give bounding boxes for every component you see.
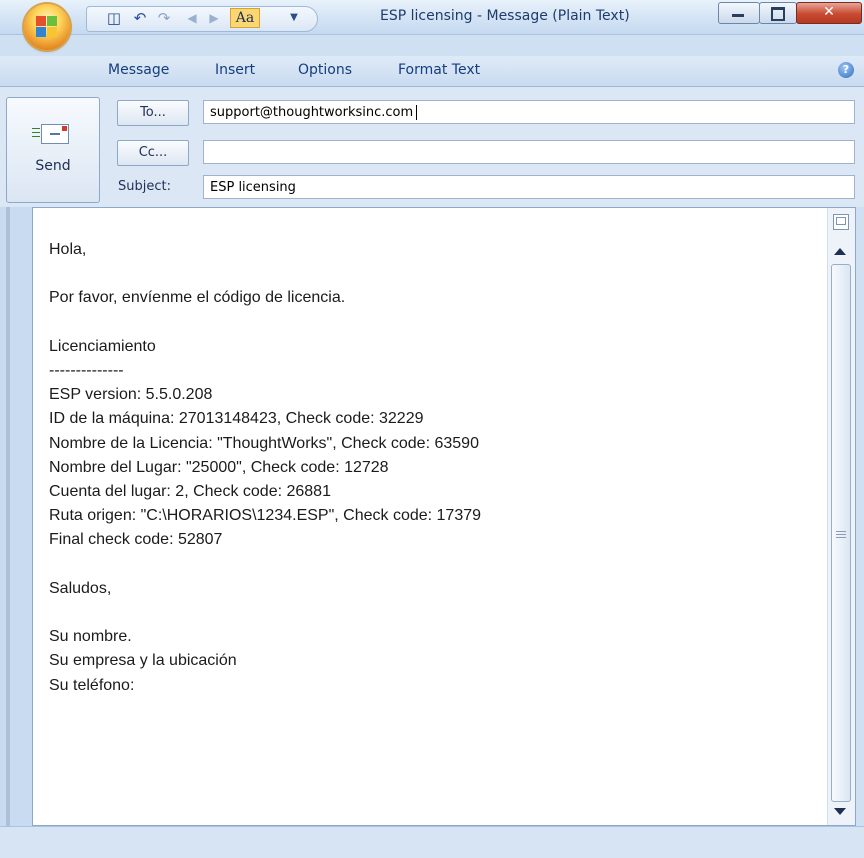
undo-icon[interactable]: ↶	[131, 9, 149, 27]
text-cursor	[416, 105, 418, 120]
send-button[interactable]: Send	[6, 97, 100, 203]
tab-message[interactable]: Message	[108, 62, 169, 78]
title-bar: ◫ ↶ ↷ ◀ ▶ Aa ▼ ESP licensing - Message (…	[0, 0, 864, 35]
window-controls: ✕	[718, 2, 862, 24]
previous-item-icon[interactable]: ◀	[183, 9, 201, 27]
outlook-message-window: ◫ ↶ ↷ ◀ ▶ Aa ▼ ESP licensing - Message (…	[0, 0, 864, 858]
quick-access-toolbar: ◫ ↶ ↷ ◀ ▶ Aa ▼	[86, 6, 318, 32]
subject-label: Subject:	[118, 179, 171, 194]
vertical-scrollbar[interactable]	[827, 208, 855, 825]
tab-insert[interactable]: Insert	[215, 62, 255, 78]
tab-options[interactable]: Options	[298, 62, 352, 78]
left-margin	[0, 207, 32, 826]
office-button-icon	[36, 16, 58, 38]
scroll-up-icon[interactable]	[834, 248, 846, 255]
tab-format-text[interactable]: Format Text	[398, 62, 480, 78]
message-body-text[interactable]: Hola, Por favor, envíenme el código de l…	[49, 238, 819, 698]
window-title: ESP licensing - Message (Plain Text)	[380, 8, 630, 24]
to-value: support@thoughtworksinc.com	[210, 105, 414, 120]
send-label: Send	[35, 158, 71, 174]
font-aa-button[interactable]: Aa	[230, 8, 260, 28]
next-item-icon[interactable]: ▶	[205, 9, 223, 27]
split-view-icon[interactable]	[833, 214, 849, 230]
cc-button[interactable]: Cc...	[117, 140, 189, 166]
scroll-down-icon[interactable]	[834, 808, 846, 815]
redo-icon[interactable]: ↷	[155, 9, 173, 27]
to-field[interactable]: support@thoughtworksinc.com	[203, 100, 855, 124]
message-body-area[interactable]: Hola, Por favor, envíenme el código de l…	[32, 207, 856, 826]
office-button[interactable]	[24, 4, 70, 50]
customize-qat-icon[interactable]: ▼	[285, 9, 303, 27]
send-icon	[32, 124, 69, 144]
maximize-icon[interactable]	[759, 2, 797, 24]
help-icon[interactable]: ?	[838, 62, 854, 78]
cc-field[interactable]	[203, 140, 855, 164]
minimize-icon[interactable]	[718, 2, 760, 24]
scroll-thumb[interactable]	[831, 264, 851, 802]
close-icon[interactable]: ✕	[796, 2, 862, 24]
ribbon-tab-bar: Message Insert Options Format Text	[0, 56, 864, 87]
subject-field[interactable]: ESP licensing	[203, 175, 855, 199]
to-button[interactable]: To...	[117, 100, 189, 126]
save-icon[interactable]: ◫	[105, 9, 123, 27]
status-bar	[0, 826, 864, 858]
